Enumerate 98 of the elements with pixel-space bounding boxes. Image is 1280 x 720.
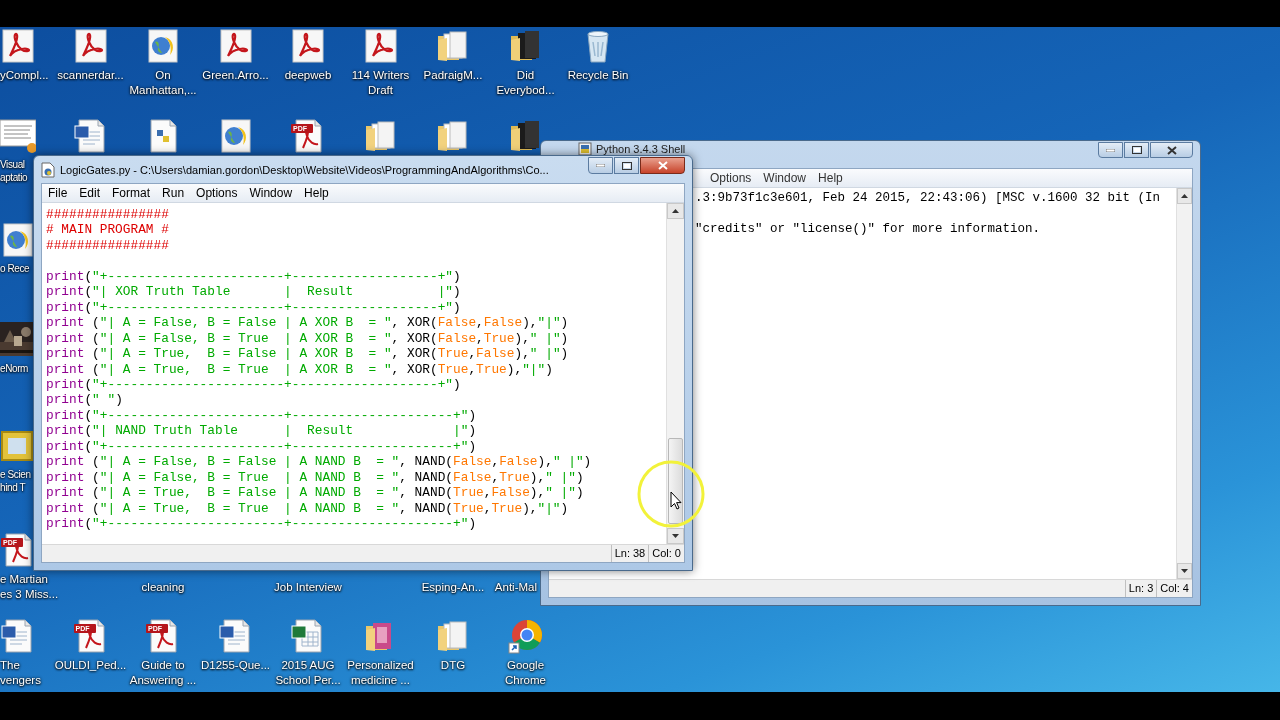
- scrollbar[interactable]: [666, 203, 684, 544]
- code-line: print("+-----------------------+---------------------+"): [46, 407, 477, 424]
- menu-item[interactable]: Help: [812, 169, 849, 187]
- code-line: print("+-----------------------+-------------------+"): [46, 299, 461, 316]
- scroll-down-button[interactable]: [1177, 563, 1192, 579]
- window-title: LogicGates.py - C:\Users\damian.gordon\Desktop\Website\Videos\ProgrammingAndAlgorithms\Co...: [60, 163, 549, 177]
- icon-label[interactable]: cleaning: [141, 580, 185, 595]
- code-line: print ("| A = True, B = False | A XOR B = ", XOR(True,False)," |"): [46, 346, 569, 362]
- code-line: print ("| A = False, B = True | A NAND B = ", NAND(False,True)," |"): [46, 469, 584, 486]
- python-app-icon: [578, 142, 592, 156]
- icon-label[interactable]: Recycle Bin: [567, 68, 629, 83]
- icon-label[interactable]: Green.Arro...: [202, 68, 269, 83]
- icon-label[interactable]: On Manhattan,...: [129, 68, 197, 98]
- icon-label[interactable]: DTG: [440, 658, 466, 673]
- menu-item[interactable]: Edit: [73, 184, 107, 202]
- web-file-icon[interactable]: [0, 222, 36, 258]
- maximize-icon: [621, 161, 632, 170]
- window-title: Python 3.4.3 Shell: [596, 142, 686, 156]
- picture-frame-icon[interactable]: [0, 428, 36, 464]
- minimize-button[interactable]: [1098, 142, 1123, 158]
- icon-label[interactable]: PadraigM...: [423, 68, 483, 83]
- icon-label[interactable]: D1255-Que...: [201, 658, 270, 673]
- minimize-button[interactable]: [588, 157, 613, 174]
- web-file-icon[interactable]: [145, 28, 181, 64]
- icon-label[interactable]: e Scien hind T: [0, 468, 31, 494]
- menu-item[interactable]: Window: [243, 184, 299, 202]
- icon-label[interactable]: yCompl...: [0, 68, 49, 83]
- maximize-button[interactable]: [614, 157, 639, 174]
- scroll-down-button[interactable]: [667, 528, 684, 544]
- code-line: print ("| A = True, B = True | A XOR B = ", XOR(True,True),"|"): [46, 361, 553, 377]
- scroll-up-button[interactable]: [667, 203, 684, 219]
- icon-label[interactable]: o Rece: [0, 262, 30, 275]
- close-button[interactable]: [640, 157, 685, 174]
- menu-item[interactable]: Format: [106, 184, 157, 202]
- pdf-file-icon[interactable]: [290, 28, 326, 64]
- status-text: Ln: 3: [1124, 580, 1157, 597]
- code-line: ################: [46, 237, 169, 254]
- icon-label[interactable]: eNorm: [0, 362, 28, 375]
- menu-item[interactable]: Options: [190, 184, 244, 202]
- up-arrow-icon: [1181, 194, 1188, 198]
- maximize-icon: [1131, 146, 1142, 154]
- pdf-file-icon[interactable]: [72, 28, 109, 64]
- icon-label[interactable]: deepweb: [284, 68, 332, 83]
- up-arrow-icon: [672, 209, 679, 213]
- pdf-file-icon[interactable]: [217, 28, 254, 64]
- code-line: print("+-----------------------+-------------------+"): [46, 376, 461, 393]
- scroll-up-button[interactable]: [1177, 188, 1192, 204]
- status-text: Col: 0: [648, 545, 684, 562]
- minimize-icon: [1106, 148, 1115, 152]
- icon-label[interactable]: The vengers: [0, 658, 41, 688]
- code-line: print ("| A = True, B = True | A NAND B = ", NAND(True,True),"|"): [46, 500, 569, 517]
- icon-label[interactable]: Visual aptatio: [0, 158, 28, 184]
- icon-label[interactable]: Google Chrome: [505, 658, 546, 688]
- close-button[interactable]: [1150, 142, 1193, 158]
- mouse-pointer-icon: [670, 491, 682, 510]
- browser-icon[interactable]: [507, 618, 544, 654]
- output-line: .3:9b73f1c3e601, Feb 24 2015, 22:43:06) [MSC v.1600 32 bit (In: [695, 191, 1161, 207]
- icon-label[interactable]: Esping-An...: [421, 580, 485, 595]
- code-line: print ("| A = True, B = False | A NAND B = ", NAND(True,False)," |"): [46, 485, 584, 501]
- status-text: Ln: 38: [610, 545, 649, 562]
- menu-item[interactable]: Window: [757, 169, 813, 187]
- pdf-file-icon[interactable]: [0, 28, 36, 64]
- menu-item[interactable]: File: [42, 184, 74, 202]
- icon-label[interactable]: Anti-Mal: [494, 580, 537, 595]
- icon-label[interactable]: Guide to Answering ...: [129, 658, 197, 688]
- close-icon: [657, 161, 668, 170]
- cursor-highlight: [636, 459, 706, 529]
- code-line: print("+-----------------------+-------------------+"): [46, 268, 461, 285]
- code-line: print ("| A = False, B = False | A NAND B = ", NAND(False,False)," |"): [46, 454, 592, 470]
- menu-item[interactable]: Help: [298, 184, 335, 202]
- code-line: ################: [46, 207, 169, 223]
- down-arrow-icon: [672, 534, 679, 538]
- icon-label[interactable]: 2015 AUG School Per...: [275, 658, 341, 688]
- output-line: "credits" or "license()" for more information.: [695, 222, 1041, 238]
- icon-label[interactable]: Job Interview: [274, 580, 342, 595]
- down-arrow-icon: [1181, 569, 1188, 573]
- menu-item[interactable]: Run: [156, 184, 191, 202]
- icon-label[interactable]: scannerdar...: [57, 68, 124, 83]
- status-text: Col: 4: [1156, 580, 1192, 597]
- code-line: # MAIN PROGRAM #: [46, 222, 169, 238]
- code-line: print("+-----------------------+---------------------+"): [46, 438, 477, 455]
- icon-label[interactable]: Personalized medicine ...: [347, 658, 414, 688]
- icon-label[interactable]: OULDI_Ped...: [54, 658, 127, 673]
- code-line: print("| NAND Truth Table | Result |"): [46, 423, 477, 439]
- maximize-button[interactable]: [1124, 142, 1149, 158]
- code-line: print(" "): [46, 392, 123, 408]
- close-icon: [1166, 145, 1177, 155]
- scrollbar[interactable]: [1176, 188, 1192, 579]
- icon-label[interactable]: 114 Writers Draft: [351, 68, 410, 98]
- code-line: print ("| A = False, B = False | A XOR B = ", XOR(False,False),"|"): [46, 315, 569, 331]
- document-thumbnail-icon[interactable]: [0, 118, 36, 154]
- code-line: print("| XOR Truth Table | Result |"): [46, 284, 461, 300]
- icon-label[interactable]: Did Everybod...: [496, 68, 555, 98]
- pdf-file-icon[interactable]: [362, 28, 399, 64]
- icon-label[interactable]: e Martian es 3 Miss...: [0, 572, 59, 602]
- code-line: print ("| A = False, B = True | A XOR B = ", XOR(False,True)," |"): [46, 330, 569, 347]
- menu-item[interactable]: Options: [704, 169, 758, 187]
- code-line: print("+-----------------------+---------------------+"): [46, 516, 477, 532]
